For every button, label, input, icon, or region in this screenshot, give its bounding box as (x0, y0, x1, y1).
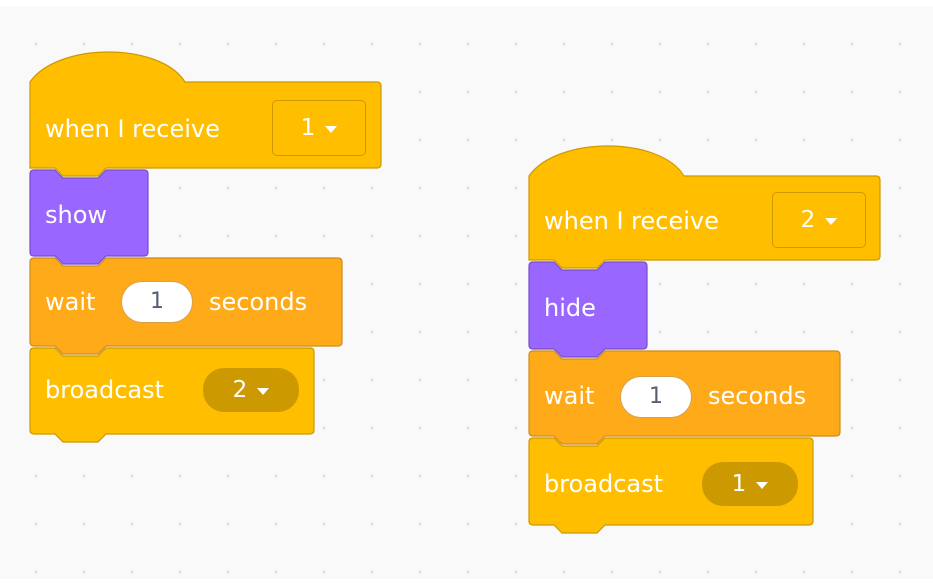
broadcast-message-value: 2 (232, 377, 248, 403)
dropdown-arrow-icon (756, 481, 769, 489)
dropdown-arrow-icon (257, 387, 270, 395)
broadcast-message-dropdown[interactable]: 1 (702, 462, 798, 506)
broadcast-label: broadcast (45, 376, 165, 404)
wait-seconds-input[interactable]: 1 (121, 281, 193, 323)
show-block-shape[interactable] (29, 169, 149, 265)
broadcast-message-dropdown[interactable]: 2 (203, 368, 299, 412)
seconds-label: seconds (209, 288, 308, 316)
hat-label: when I receive (45, 115, 220, 143)
message-dropdown-value: 1 (300, 115, 316, 141)
dropdown-arrow-icon (325, 125, 338, 133)
show-label: show (45, 201, 108, 229)
code-workspace[interactable]: when I receive 1 show wait 1 seconds bro… (0, 0, 933, 583)
hide-block-shape[interactable] (528, 261, 648, 358)
broadcast-label: broadcast (544, 470, 664, 498)
wait-label: wait (544, 382, 595, 410)
dropdown-arrow-icon (825, 217, 838, 225)
message-dropdown[interactable]: 2 (772, 192, 866, 248)
hide-label: hide (544, 294, 596, 322)
hat-label: when I receive (544, 207, 719, 235)
seconds-label: seconds (708, 382, 807, 410)
message-dropdown-value: 2 (800, 207, 816, 233)
broadcast-message-value: 1 (731, 471, 747, 497)
message-dropdown[interactable]: 1 (272, 100, 366, 156)
wait-label: wait (45, 288, 96, 316)
wait-seconds-input[interactable]: 1 (620, 376, 692, 418)
